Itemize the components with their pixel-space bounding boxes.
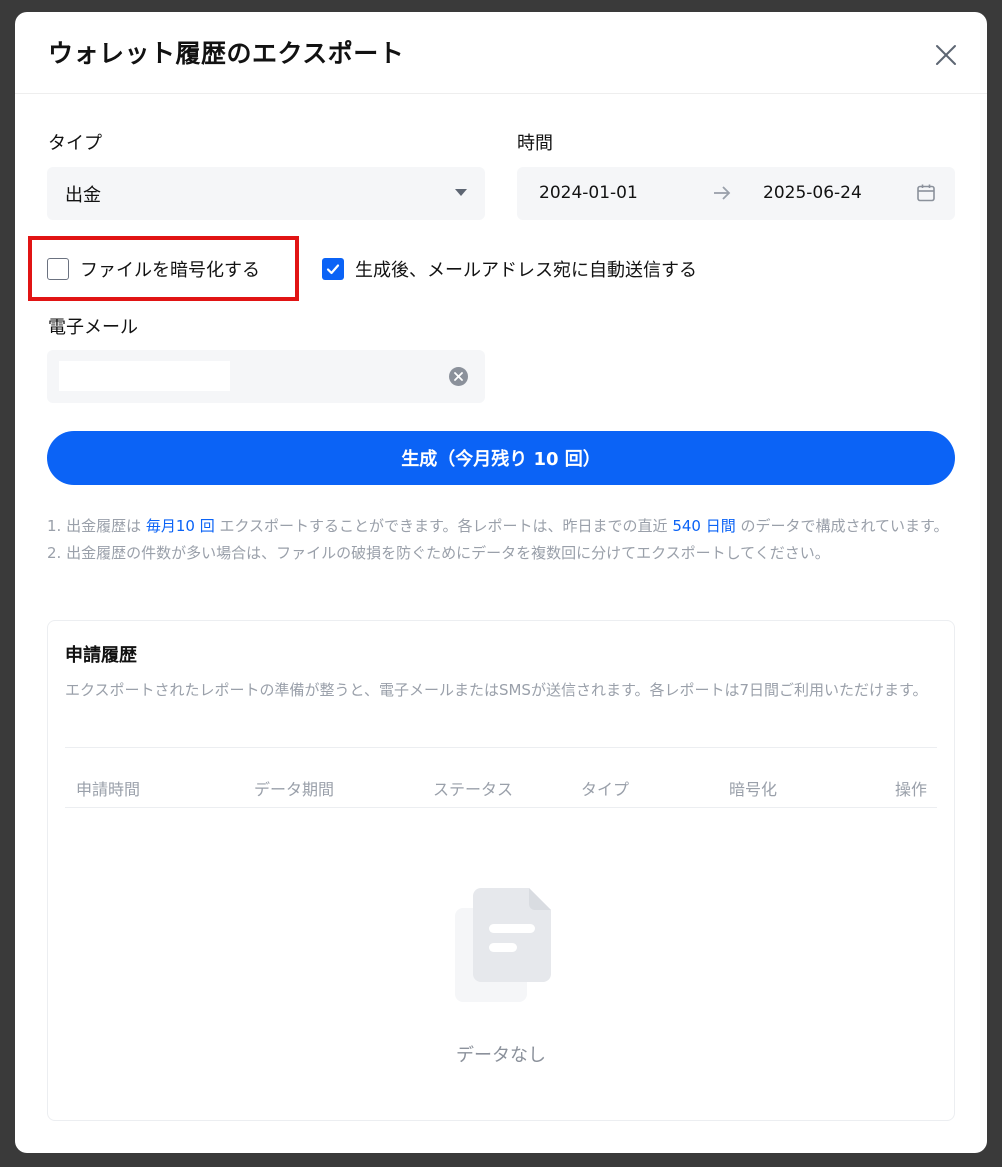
column-header-encryption: 暗号化 <box>729 780 778 799</box>
column-header-type: タイプ <box>581 780 630 799</box>
modal-title: ウォレット履歴のエクスポート <box>48 39 405 68</box>
modal-header: ウォレット履歴のエクスポート <box>15 12 987 94</box>
caret-down-icon <box>455 189 467 196</box>
history-description: エクスポートされたレポートの準備が整うと、電子メールまたはSMSが送信されます。… <box>65 681 928 699</box>
encrypt-file-label: ファイルを暗号化する <box>80 260 260 281</box>
type-select-value: 出金 <box>65 185 101 206</box>
time-label: 時間 <box>517 133 553 154</box>
table-header-divider <box>65 807 937 808</box>
auto-send-label: 生成後、メールアドレス宛に自動送信する <box>355 260 697 281</box>
email-input[interactable] <box>47 350 485 403</box>
calendar-icon[interactable] <box>916 183 936 203</box>
history-title: 申請履歴 <box>65 645 137 666</box>
column-header-data-period: データ期間 <box>254 780 335 799</box>
email-label: 電子メール <box>48 317 138 338</box>
days-range-highlight: 540 日間 <box>672 517 736 535</box>
column-header-action: 操作 <box>895 780 928 799</box>
export-modal: ウォレット履歴のエクスポート タイプ 時間 出金 2024-01-01 2025… <box>15 12 987 1153</box>
close-button[interactable] <box>933 42 959 68</box>
clear-input-button[interactable] <box>449 367 468 386</box>
request-history-panel: 申請履歴 エクスポートされたレポートの準備が整うと、電子メールまたはSMSが送信… <box>47 620 955 1121</box>
checkmark-icon <box>326 264 340 275</box>
date-start-input[interactable]: 2024-01-01 <box>539 183 638 203</box>
checkbox-unchecked-icon[interactable] <box>47 258 69 280</box>
arrow-right-icon <box>714 186 731 200</box>
empty-document-icon <box>455 888 551 1002</box>
close-icon <box>936 45 956 65</box>
clear-icon <box>454 372 463 381</box>
checkbox-checked-icon[interactable] <box>322 258 344 280</box>
export-notes: 1. 出金履歴は 毎月10 回 エクスポートすることができます。各レポートは、昨… <box>47 513 955 567</box>
auto-send-checkbox[interactable]: 生成後、メールアドレス宛に自動送信する <box>322 256 697 282</box>
type-label: タイプ <box>48 133 102 154</box>
column-header-status: ステータス <box>433 780 514 799</box>
encrypt-file-checkbox[interactable]: ファイルを暗号化する <box>47 256 260 282</box>
email-value-redacted <box>59 361 230 391</box>
divider <box>65 747 937 748</box>
monthly-limit-highlight: 毎月10 回 <box>145 517 215 535</box>
date-end-input[interactable]: 2025-06-24 <box>763 183 862 203</box>
date-range-picker[interactable]: 2024-01-01 2025-06-24 <box>517 167 955 220</box>
empty-state-text: データなし <box>456 1045 546 1066</box>
note-line-1: 1. 出金履歴は 毎月10 回 エクスポートすることができます。各レポートは、昨… <box>47 517 949 535</box>
note-line-2: 2. 出金履歴の件数が多い場合は、ファイルの破損を防ぐためにデータを複数回に分け… <box>47 544 830 562</box>
generate-button[interactable]: 生成（今月残り 10 回） <box>47 431 955 485</box>
type-select[interactable]: 出金 <box>47 167 485 220</box>
column-header-request-time: 申請時間 <box>76 780 141 799</box>
